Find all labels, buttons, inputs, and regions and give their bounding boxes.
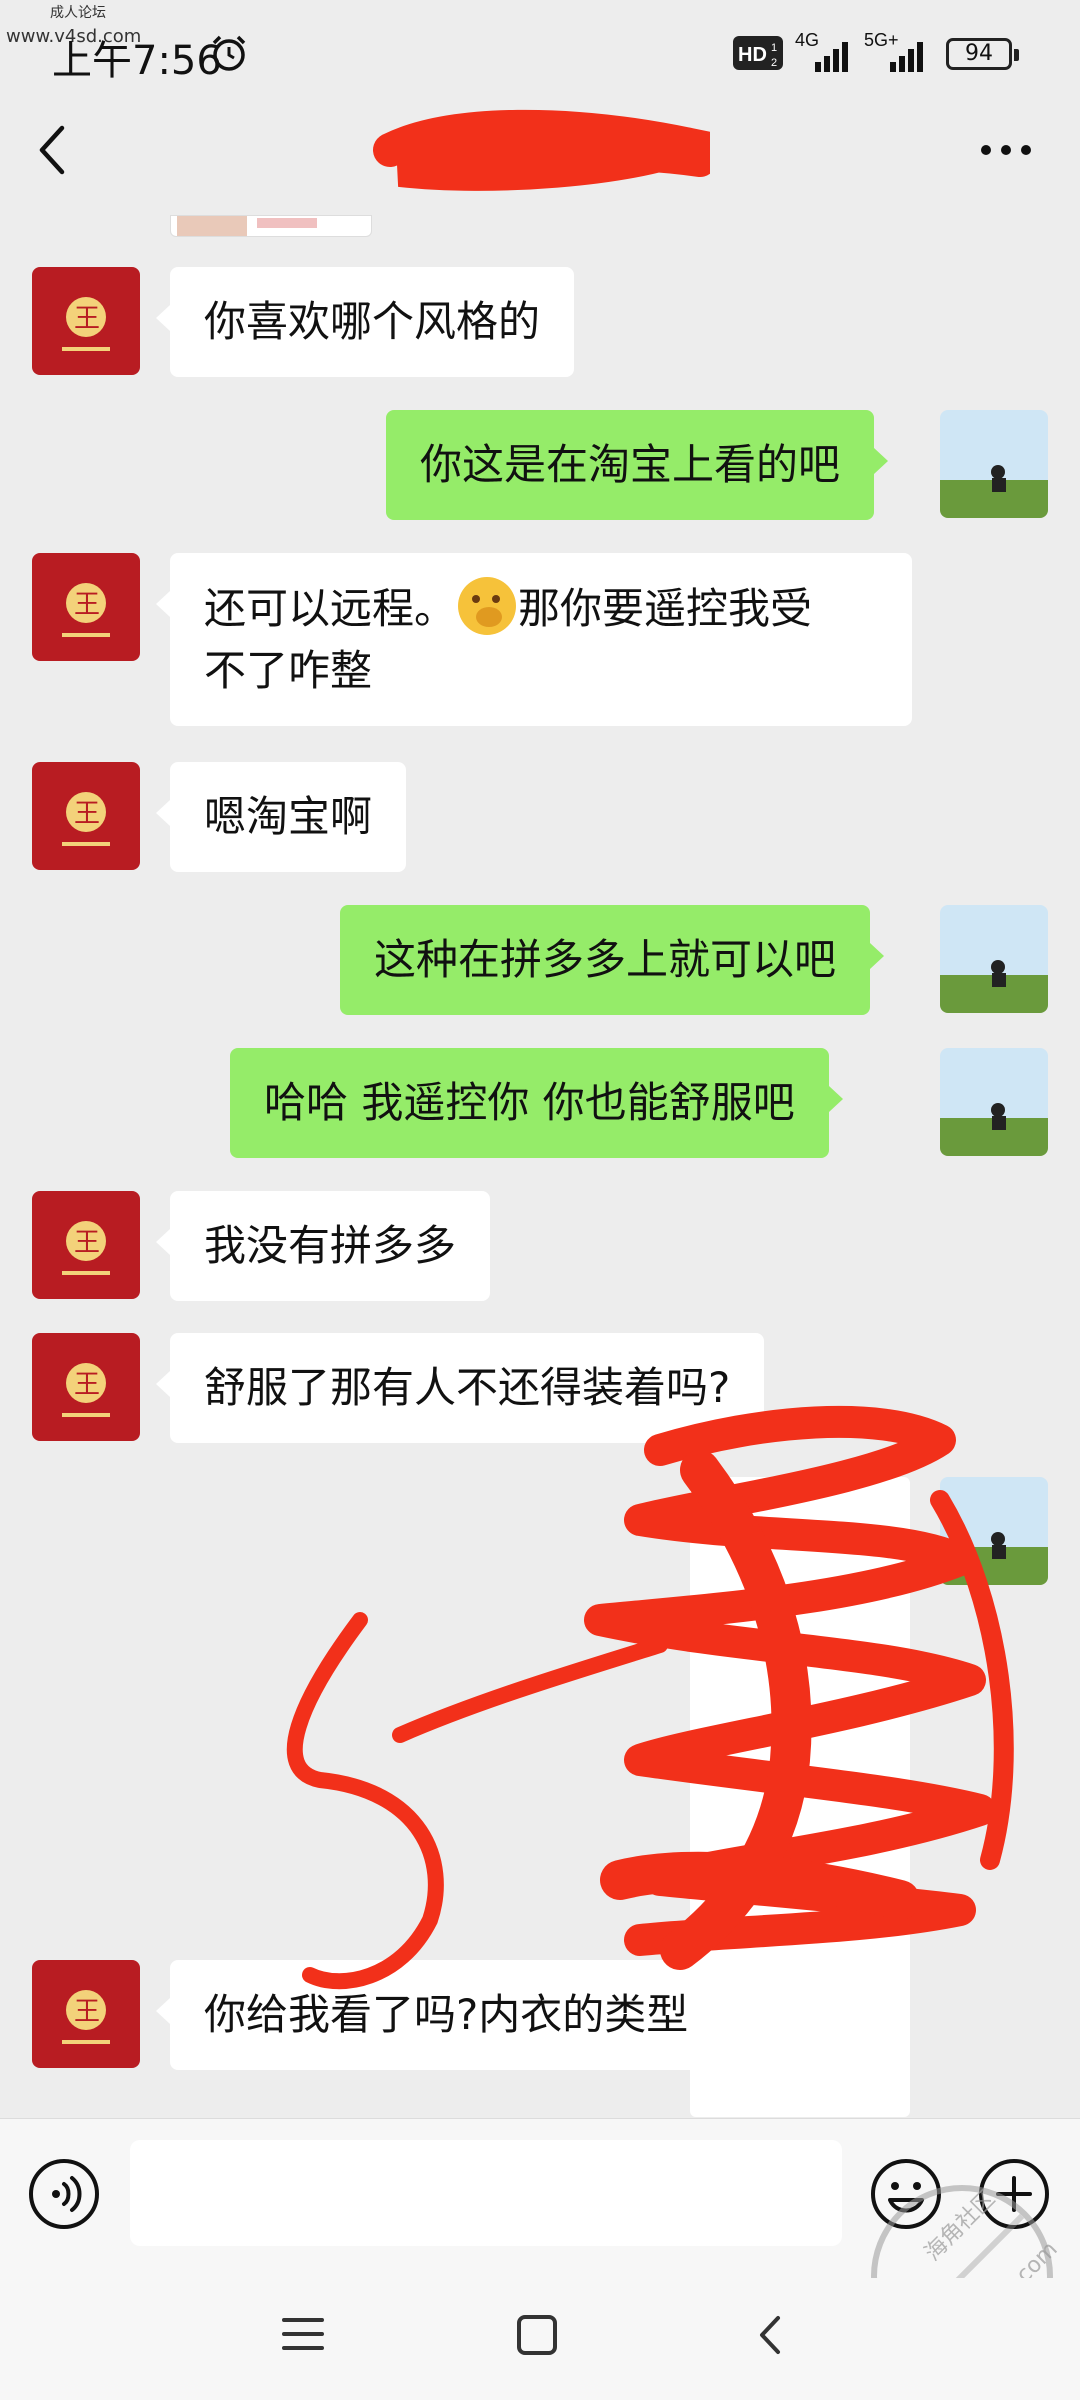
home-icon[interactable] bbox=[514, 2312, 560, 2358]
message-bubble[interactable]: 哈哈 我遥控你 你也能舒服吧 bbox=[230, 1048, 843, 1158]
image-message[interactable] bbox=[690, 1477, 910, 2117]
message-bubble[interactable]: 还可以远程。 那你要遥控我受不了咋整 bbox=[156, 553, 912, 726]
hd-icon: HD 1 2 bbox=[733, 36, 783, 70]
chat-messages: 王 你喜欢哪个风格的 你这是在淘宝上看的吧 王 还可以远程。 那你要遥控我受不了咋… bbox=[0, 215, 1080, 2117]
message-bubble[interactable]: 你给我看了吗?内衣的类型 bbox=[155, 1960, 723, 2070]
svg-text:海角社区: 海角社区 bbox=[920, 2186, 1000, 2266]
svg-text:王: 王 bbox=[74, 304, 100, 334]
avatar[interactable] bbox=[940, 410, 1048, 518]
message-text: 不了咋整 bbox=[204, 646, 373, 695]
message-bubble[interactable]: 我没有拼多多 bbox=[155, 1191, 491, 1301]
message-text: 那你要遥控我受 bbox=[518, 584, 813, 633]
avatar[interactable]: 王 bbox=[32, 1191, 140, 1299]
avatar[interactable]: 王 bbox=[32, 267, 140, 375]
card-text bbox=[257, 218, 317, 228]
message-bubble[interactable]: 嗯淘宝啊 bbox=[155, 762, 407, 872]
svg-text:王: 王 bbox=[74, 590, 100, 620]
previous-message-card[interactable] bbox=[170, 215, 372, 237]
signal-5g-icon: 5G+ bbox=[864, 30, 923, 72]
svg-text:4G: 4G bbox=[795, 30, 819, 50]
more-dots-icon[interactable] bbox=[976, 140, 1036, 160]
message-input[interactable] bbox=[130, 2140, 842, 2246]
svg-text:王: 王 bbox=[74, 799, 100, 829]
svg-text:2: 2 bbox=[771, 57, 777, 69]
svg-text:王: 王 bbox=[74, 1997, 100, 2027]
avatar[interactable] bbox=[940, 1477, 1048, 1585]
signal-4g-icon: 4G bbox=[795, 30, 848, 72]
svg-text:王: 王 bbox=[74, 1370, 100, 1400]
chevron-left-icon[interactable] bbox=[32, 120, 72, 180]
avatar[interactable] bbox=[940, 905, 1048, 1013]
message-text: 还可以远程。 bbox=[204, 584, 457, 633]
avatar[interactable]: 王 bbox=[32, 1960, 140, 2068]
menu-icon[interactable] bbox=[280, 2314, 326, 2354]
status-time: 上午7:56 bbox=[52, 38, 222, 84]
message-bubble[interactable]: 你喜欢哪个风格的 bbox=[155, 267, 575, 377]
battery-indicator: 94 bbox=[946, 38, 1019, 70]
svg-text:1: 1 bbox=[771, 42, 777, 54]
status-bar: 成人论坛 www.v4sd.com 上午7:56 HD 1 2 4G 5G+ 9… bbox=[0, 0, 1080, 105]
svg-text:王: 王 bbox=[74, 1228, 100, 1258]
avatar[interactable]: 王 bbox=[32, 1333, 140, 1441]
voice-icon[interactable] bbox=[26, 2156, 102, 2232]
avatar[interactable] bbox=[940, 1048, 1048, 1156]
avatar[interactable]: 王 bbox=[32, 762, 140, 870]
message-bubble[interactable]: 这种在拼多多上就可以吧 bbox=[340, 905, 885, 1015]
card-thumbnail bbox=[177, 216, 247, 236]
back-icon[interactable] bbox=[752, 2312, 788, 2358]
message-bubble[interactable]: 舒服了那有人不还得装着吗? bbox=[155, 1333, 765, 1443]
svg-text:5G+: 5G+ bbox=[864, 30, 899, 50]
svg-text:HD: HD bbox=[738, 44, 767, 66]
message-bubble[interactable]: 你这是在淘宝上看的吧 bbox=[386, 410, 889, 520]
watermark-label: 成人论坛 bbox=[50, 5, 106, 21]
thinking-emoji-icon bbox=[458, 577, 517, 635]
alarm-icon bbox=[212, 35, 246, 71]
title-redaction-scribble bbox=[373, 109, 710, 191]
avatar[interactable]: 王 bbox=[32, 553, 140, 661]
